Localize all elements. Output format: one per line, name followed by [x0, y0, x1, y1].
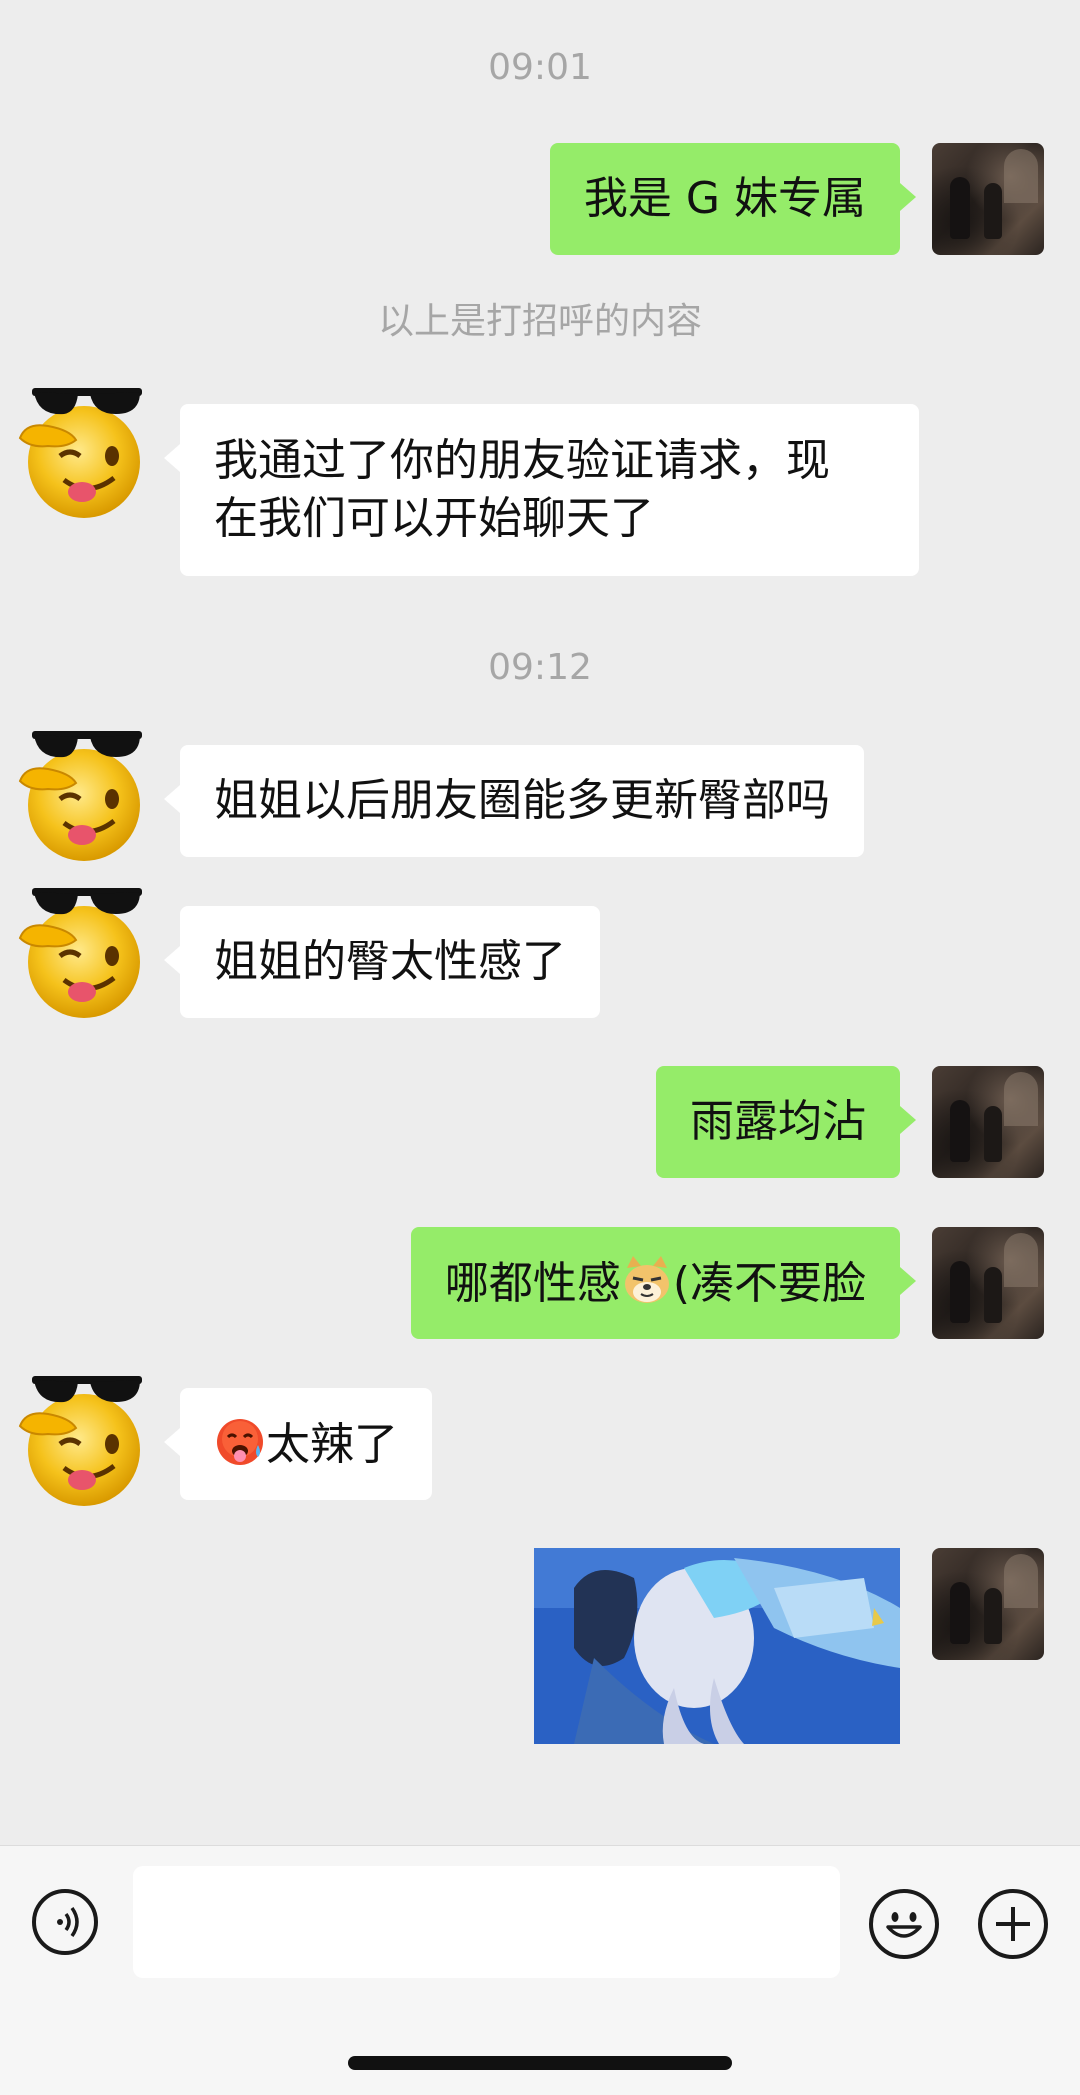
voice-button[interactable]	[32, 1889, 98, 1955]
message-input[interactable]	[133, 1866, 840, 1978]
friend-avatar[interactable]	[18, 882, 146, 1022]
message-text: 雨露均沾	[690, 1096, 866, 1147]
sent-image[interactable]	[534, 1548, 900, 1744]
my-avatar[interactable]	[932, 1548, 1044, 1660]
more-button[interactable]	[978, 1889, 1048, 1959]
message-text: 姐姐的臀太性感了	[214, 936, 566, 987]
incoming-message[interactable]: 姐姐的臀太性感了	[164, 906, 600, 1018]
salute-sunglasses-emoji-icon	[18, 725, 146, 865]
my-avatar[interactable]	[932, 1227, 1044, 1339]
my-avatar[interactable]	[932, 1066, 1044, 1178]
plus-icon	[996, 1907, 1030, 1941]
timestamp: 09:12	[488, 647, 592, 688]
hot-face-emoji-icon	[217, 1419, 263, 1465]
message-text-line: 在我们可以开始聊天了	[214, 493, 654, 544]
outgoing-message[interactable]: 我是 G 妹专属	[549, 143, 917, 255]
chat-area[interactable]: 09:01 我是 G 妹专属 以上是打招呼的内容 我通过了你的朋友验证请求，现 …	[0, 0, 1080, 1845]
my-avatar[interactable]	[932, 143, 1044, 255]
message-text: 姐姐以后朋友圈能多更新臀部吗	[214, 775, 830, 826]
message-text: (凑不要脸	[672, 1258, 866, 1309]
friend-avatar[interactable]	[18, 382, 146, 522]
message-text: 哪都性感	[444, 1258, 621, 1309]
message-text: 太辣了	[266, 1419, 398, 1470]
emoji-button[interactable]	[869, 1889, 939, 1959]
message-text: 我是 G 妹专属	[583, 173, 866, 224]
salute-sunglasses-emoji-icon	[18, 1370, 146, 1510]
message-text-line: 我通过了你的朋友验证请求，现	[214, 435, 830, 486]
incoming-message[interactable]: 姐姐以后朋友圈能多更新臀部吗	[164, 745, 864, 857]
friend-avatar[interactable]	[18, 1370, 146, 1510]
salute-sunglasses-emoji-icon	[18, 382, 146, 522]
incoming-message[interactable]: 太辣了	[164, 1388, 432, 1500]
anime-image-icon	[534, 1548, 900, 1744]
friend-avatar[interactable]	[18, 725, 146, 865]
outgoing-message[interactable]: 雨露均沾	[656, 1066, 916, 1178]
salute-sunglasses-emoji-icon	[18, 882, 146, 1022]
outgoing-message[interactable]: 哪都性感 (凑不要脸	[410, 1227, 917, 1339]
smiley-icon	[886, 1912, 922, 1938]
greeting-notice: 以上是打招呼的内容	[377, 301, 702, 342]
timestamp: 09:01	[488, 47, 592, 88]
incoming-message[interactable]: 我通过了你的朋友验证请求，现 在我们可以开始聊天了	[164, 404, 919, 576]
doge-emoji-icon	[624, 1256, 669, 1303]
home-indicator[interactable]	[348, 2056, 732, 2070]
voice-icon	[57, 1906, 79, 1938]
